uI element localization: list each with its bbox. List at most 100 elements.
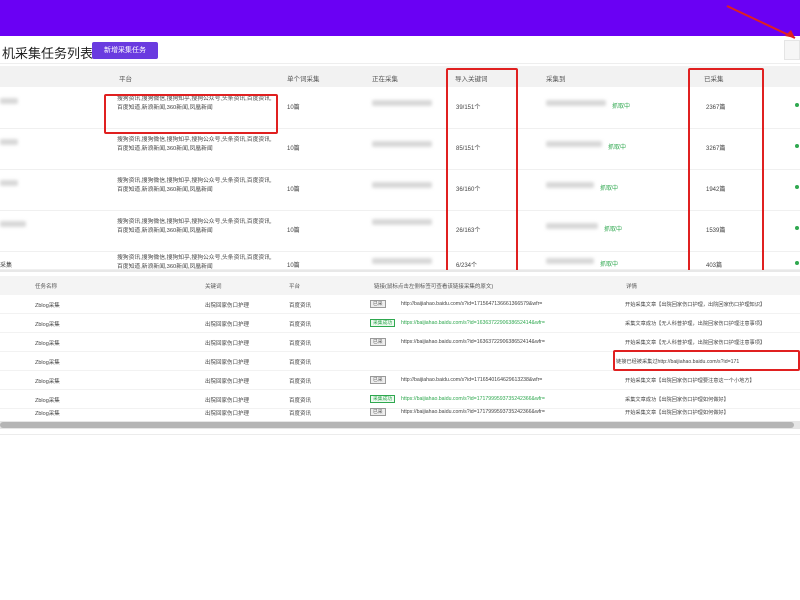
blurred-site: [546, 182, 594, 188]
log-row: Zblog采集 出院回家伤口护理 百度资讯 已采 https://baijiah…: [0, 404, 800, 422]
blurred-site: [546, 223, 598, 229]
platform-list: 搜狗资讯,搜狗微信,搜狗知乎,搜狗公众号,头条资讯,百度资讯,百度知道,新浪新闻…: [117, 178, 272, 193]
log-platform: 百度资讯: [289, 322, 312, 328]
log-task: Zblog采集: [35, 411, 60, 417]
log-table-header: 任务名称 关键词 平台 链接(鼠标点击左侧标签可查看该链接采集的原文) 详情: [0, 276, 800, 295]
blurred-current: [372, 182, 432, 188]
log-url[interactable]: https://baijiahao.baidu.com/s?id=1717999…: [401, 396, 611, 402]
log-keyword: 出院回家伤口护理: [205, 360, 250, 366]
col-collected-to: 采集到: [546, 76, 566, 83]
log-keyword: 出院回家伤口护理: [205, 303, 250, 309]
log-keyword: 出院回家伤口护理: [205, 322, 250, 328]
log-task: Zblog采集: [35, 341, 60, 347]
log-url[interactable]: https://baijiahao.baidu.com/s?id=1636372…: [401, 320, 611, 326]
status-text: 抓取中: [600, 186, 619, 192]
log-platform: 百度资讯: [289, 379, 312, 385]
log-keyword: 出院回家伤口护理: [205, 411, 250, 417]
log-url[interactable]: https://baijiahao.baidu.com/s?id=1636372…: [401, 339, 611, 345]
col-task-name: 任务名称: [35, 284, 58, 290]
log-detail: 链接已经被采集过http://baijiahao.baidu.com/s?id=…: [616, 359, 740, 365]
per-word: 10篇: [287, 146, 300, 152]
per-word: 10篇: [287, 263, 300, 269]
status-dot: [795, 103, 799, 107]
task-row: 采集 搜狗资讯,搜狗微信,搜狗知乎,搜狗公众号,头条资讯,百度资讯,百度知道,新…: [0, 252, 800, 270]
platform-list: 搜狗资讯,搜狗微信,搜狗知乎,搜狗公众号,头条资讯,百度资讯,百度知道,新浪新闻…: [117, 219, 272, 234]
log-keyword: 出院回家伤口护理: [205, 379, 250, 385]
log-detail: 采集文章成功【出院回家伤口护理如何做好】: [625, 397, 729, 403]
blurred-current: [372, 258, 432, 264]
log-task: Zblog采集: [35, 322, 60, 328]
status-dot: [795, 144, 799, 148]
blurred-current: [372, 100, 432, 106]
blurred-task-name: [0, 180, 18, 186]
new-task-button[interactable]: 新增采集任务: [92, 42, 158, 59]
col-link: 链接(鼠标点击左侧标签可查看该链接采集的原文): [374, 284, 494, 290]
task-row: 搜狗资讯,搜狗微信,搜狗知乎,搜狗公众号,头条资讯,百度资讯,百度知道,新浪新闻…: [0, 170, 800, 211]
log-url[interactable]: https://baijiahao.baidu.com/s?id=1717999…: [401, 409, 611, 415]
log-row: Zblog采集 出院回家伤口护理 百度资讯 链接已经被采集过http://bai…: [0, 353, 800, 371]
log-row: Zblog采集 出院回家伤口护理 百度资讯 采集成功 https://baiji…: [0, 315, 800, 333]
log-url[interactable]: http://baijiahao.baidu.com/s?id=17156471…: [401, 301, 611, 307]
corner-control[interactable]: [784, 40, 800, 60]
collected-count: 403篇: [706, 263, 723, 269]
collected-count: 1539篇: [706, 228, 726, 234]
blurred-site: [546, 141, 602, 147]
blurred-current: [372, 219, 432, 225]
status-dot: [795, 226, 799, 230]
log-detail: 采集文章成功【无人科普护理，出院回家伤口护理注意事项】: [625, 321, 766, 327]
link-tag[interactable]: 采集成功: [370, 319, 396, 327]
task-name-fragment: 采集: [0, 263, 13, 269]
task-row: 搜狗资讯,搜狗微信,搜狗知乎,搜狗公众号,头条资讯,百度资讯,百度知道,新浪新闻…: [0, 129, 800, 170]
log-detail: 开始采集文章【出院回家伤口护理要注意这一个小地方】: [625, 378, 755, 384]
log-detail: 开始采集文章【出院回家伤口护理，出院回家伤口护理知识】: [625, 302, 766, 308]
log-keyword: 出院回家伤口护理: [205, 398, 250, 404]
platform-list: 搜狗资讯,搜狗微信,搜狗知乎,搜狗公众号,头条资讯,百度资讯,百度知道,新浪新闻…: [117, 137, 272, 152]
log-row: Zblog采集 出院回家伤口护理 百度资讯 已采 http://baijiaha…: [0, 296, 800, 314]
per-word: 10篇: [287, 105, 300, 111]
log-platform: 百度资讯: [289, 398, 312, 404]
task-row: 搜狗资讯,搜狗微信,搜狗知乎,搜狗公众号,头条资讯,百度资讯,百度知道,新浪新闻…: [0, 88, 800, 129]
status-text: 抓取中: [600, 262, 619, 268]
status-dot: [795, 261, 799, 265]
col-detail: 详情: [626, 284, 638, 290]
col-keyword: 关键词: [205, 284, 222, 290]
per-word: 10篇: [287, 228, 300, 234]
blurred-task-name: [0, 221, 26, 227]
link-tag[interactable]: 已采: [370, 338, 386, 346]
top-header-bar: [0, 0, 800, 36]
blurred-site: [546, 100, 606, 106]
keyword-count: 39/151个: [456, 105, 481, 111]
scrollbar-thumb[interactable]: [0, 422, 794, 428]
col-per-word: 单个词采集: [287, 76, 320, 83]
page-title: 机采集任务列表: [2, 46, 94, 61]
collected-count: 3267篇: [706, 146, 726, 152]
blurred-task-name: [0, 139, 18, 145]
task-row: 搜狗资讯,搜狗微信,搜狗知乎,搜狗公众号,头条资讯,百度资讯,百度知道,新浪新闻…: [0, 211, 800, 252]
blurred-site: [546, 258, 594, 264]
keyword-count: 6/234个: [456, 263, 478, 269]
log-row: Zblog采集 出院回家伤口护理 百度资讯 已采 http://baijiaha…: [0, 372, 800, 390]
log-keyword: 出院回家伤口护理: [205, 341, 250, 347]
log-detail: 开始采集文章【无人科普护理，出院回家伤口护理注意事项】: [625, 340, 766, 346]
col-platform: 平台: [119, 76, 132, 83]
log-platform: 百度资讯: [289, 303, 312, 309]
link-tag[interactable]: 采集成功: [370, 395, 396, 403]
log-url[interactable]: http://baijiahao.baidu.com/s?id=17165401…: [401, 377, 611, 383]
status-text: 抓取中: [604, 227, 623, 233]
log-task: Zblog采集: [35, 398, 60, 404]
keyword-count: 36/160个: [456, 187, 481, 193]
log-task: Zblog采集: [35, 360, 60, 366]
link-tag[interactable]: 已采: [370, 408, 386, 416]
log-task: Zblog采集: [35, 379, 60, 385]
status-dot: [795, 185, 799, 189]
link-tag[interactable]: 已采: [370, 376, 386, 384]
collected-count: 1942篇: [706, 187, 726, 193]
log-platform: 百度资讯: [289, 360, 312, 366]
section-divider: [0, 270, 800, 272]
log-detail: 开始采集文章【出院回家伤口护理如何做好】: [625, 410, 729, 416]
link-tag[interactable]: 已采: [370, 300, 386, 308]
col-collecting: 正在采集: [372, 76, 398, 83]
blurred-current: [372, 141, 432, 147]
blurred-task-name: [0, 98, 18, 104]
log-platform: 百度资讯: [289, 341, 312, 347]
